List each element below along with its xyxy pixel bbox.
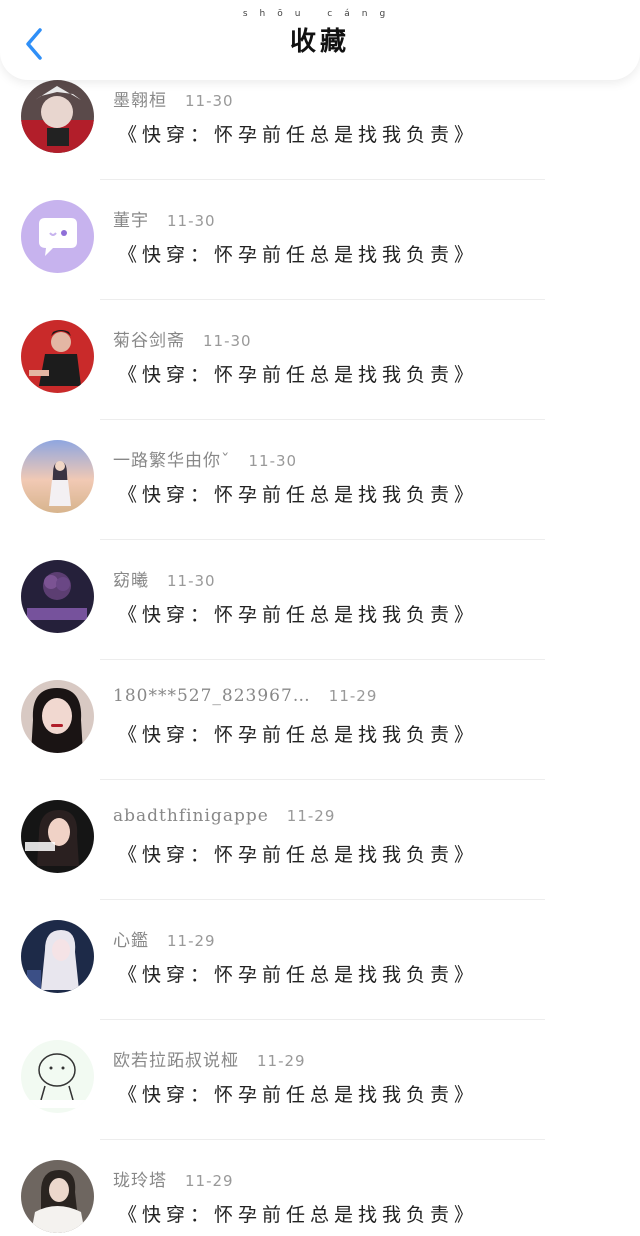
avatar[interactable]	[21, 80, 94, 153]
post-date: 11-30	[167, 212, 216, 230]
avatar[interactable]	[21, 320, 94, 393]
post-date: 11-29	[257, 1052, 306, 1070]
list-item[interactable]: 欧若拉跖叔说桠 11-29 《快穿：怀孕前任总是找我负责》	[0, 1020, 640, 1140]
post-date: 11-29	[328, 687, 378, 705]
avatar[interactable]	[21, 680, 94, 753]
avatar[interactable]	[21, 1160, 94, 1233]
list-item[interactable]: 菊谷剑斋 11-30 《快穿：怀孕前任总是找我负责》	[0, 300, 640, 420]
favorite-title[interactable]: 《快穿：怀孕前任总是找我负责》	[118, 1080, 478, 1107]
username[interactable]: 180***527_823967…	[113, 686, 311, 706]
post-date: 11-30	[185, 92, 234, 110]
username[interactable]: 墨翱桓	[113, 91, 167, 111]
list-item[interactable]: 窈曦 11-30 《快穿：怀孕前任总是找我负责》	[0, 540, 640, 660]
username[interactable]: 珑玲塔	[113, 1171, 167, 1191]
avatar[interactable]	[21, 1040, 94, 1113]
username[interactable]: 一路繁华由你ˇ	[113, 451, 231, 471]
post-date: 11-30	[248, 452, 298, 470]
favorite-title[interactable]: 《快穿：怀孕前任总是找我负责》	[118, 360, 478, 387]
username[interactable]: 窈曦	[113, 571, 149, 591]
avatar[interactable]	[21, 800, 94, 873]
username[interactable]: abadthfinigappe	[113, 806, 269, 826]
username[interactable]: 心鑑	[113, 931, 149, 951]
favorite-title[interactable]: 《快穿：怀孕前任总是找我负责》	[118, 120, 478, 147]
favorite-title[interactable]: 《快穿：怀孕前任总是找我负责》	[118, 960, 478, 987]
post-date: 11-30	[203, 332, 252, 350]
avatar[interactable]	[21, 560, 94, 633]
username[interactable]: 菊谷剑斋	[113, 331, 185, 351]
list-item[interactable]: 心鑑 11-29 《快穿：怀孕前任总是找我负责》	[0, 900, 640, 1020]
avatar[interactable]	[21, 920, 94, 993]
top-bar: shōu cáng 收藏	[0, 0, 640, 80]
page-title: 收藏	[289, 27, 350, 57]
favorite-title[interactable]: 《快穿：怀孕前任总是找我负责》	[118, 600, 478, 627]
favorite-title[interactable]: 《快穿：怀孕前任总是找我负责》	[118, 720, 478, 747]
favorites-list: 墨翱桓 11-30 《快穿：怀孕前任总是找我负责》 董宇 11-30 《快穿：怀孕前…	[0, 60, 640, 1236]
favorite-title[interactable]: 《快穿：怀孕前任总是找我负责》	[118, 1200, 478, 1227]
favorite-title[interactable]: 《快穿：怀孕前任总是找我负责》	[118, 480, 478, 507]
username[interactable]: 欧若拉跖叔说桠	[113, 1051, 239, 1071]
post-date: 11-29	[185, 1172, 234, 1190]
list-item[interactable]: 董宇 11-30 《快穿：怀孕前任总是找我负责》	[0, 180, 640, 300]
favorite-title[interactable]: 《快穿：怀孕前任总是找我负责》	[118, 240, 478, 267]
post-date: 11-29	[167, 932, 216, 950]
list-item[interactable]: 一路繁华由你ˇ 11-30 《快穿：怀孕前任总是找我负责》	[0, 420, 640, 540]
username[interactable]: 董宇	[113, 211, 149, 231]
favorite-title[interactable]: 《快穿：怀孕前任总是找我负责》	[118, 840, 478, 867]
avatar[interactable]	[21, 440, 94, 513]
avatar[interactable]	[21, 200, 94, 273]
list-item[interactable]: 180***527_823967… 11-29 《快穿：怀孕前任总是找我负责》	[0, 660, 640, 780]
list-item[interactable]: 珑玲塔 11-29 《快穿：怀孕前任总是找我负责》	[0, 1140, 640, 1236]
post-date: 11-29	[286, 807, 336, 825]
page-title-pinyin: shōu cáng	[242, 9, 398, 19]
list-item[interactable]: abadthfinigappe 11-29 《快穿：怀孕前任总是找我负责》	[0, 780, 640, 900]
post-date: 11-30	[167, 572, 216, 590]
favorites-screen: shōu cáng 收藏 墨翱桓 11-30 《快穿：怀孕前任总是找我负责》 董…	[0, 0, 640, 1236]
